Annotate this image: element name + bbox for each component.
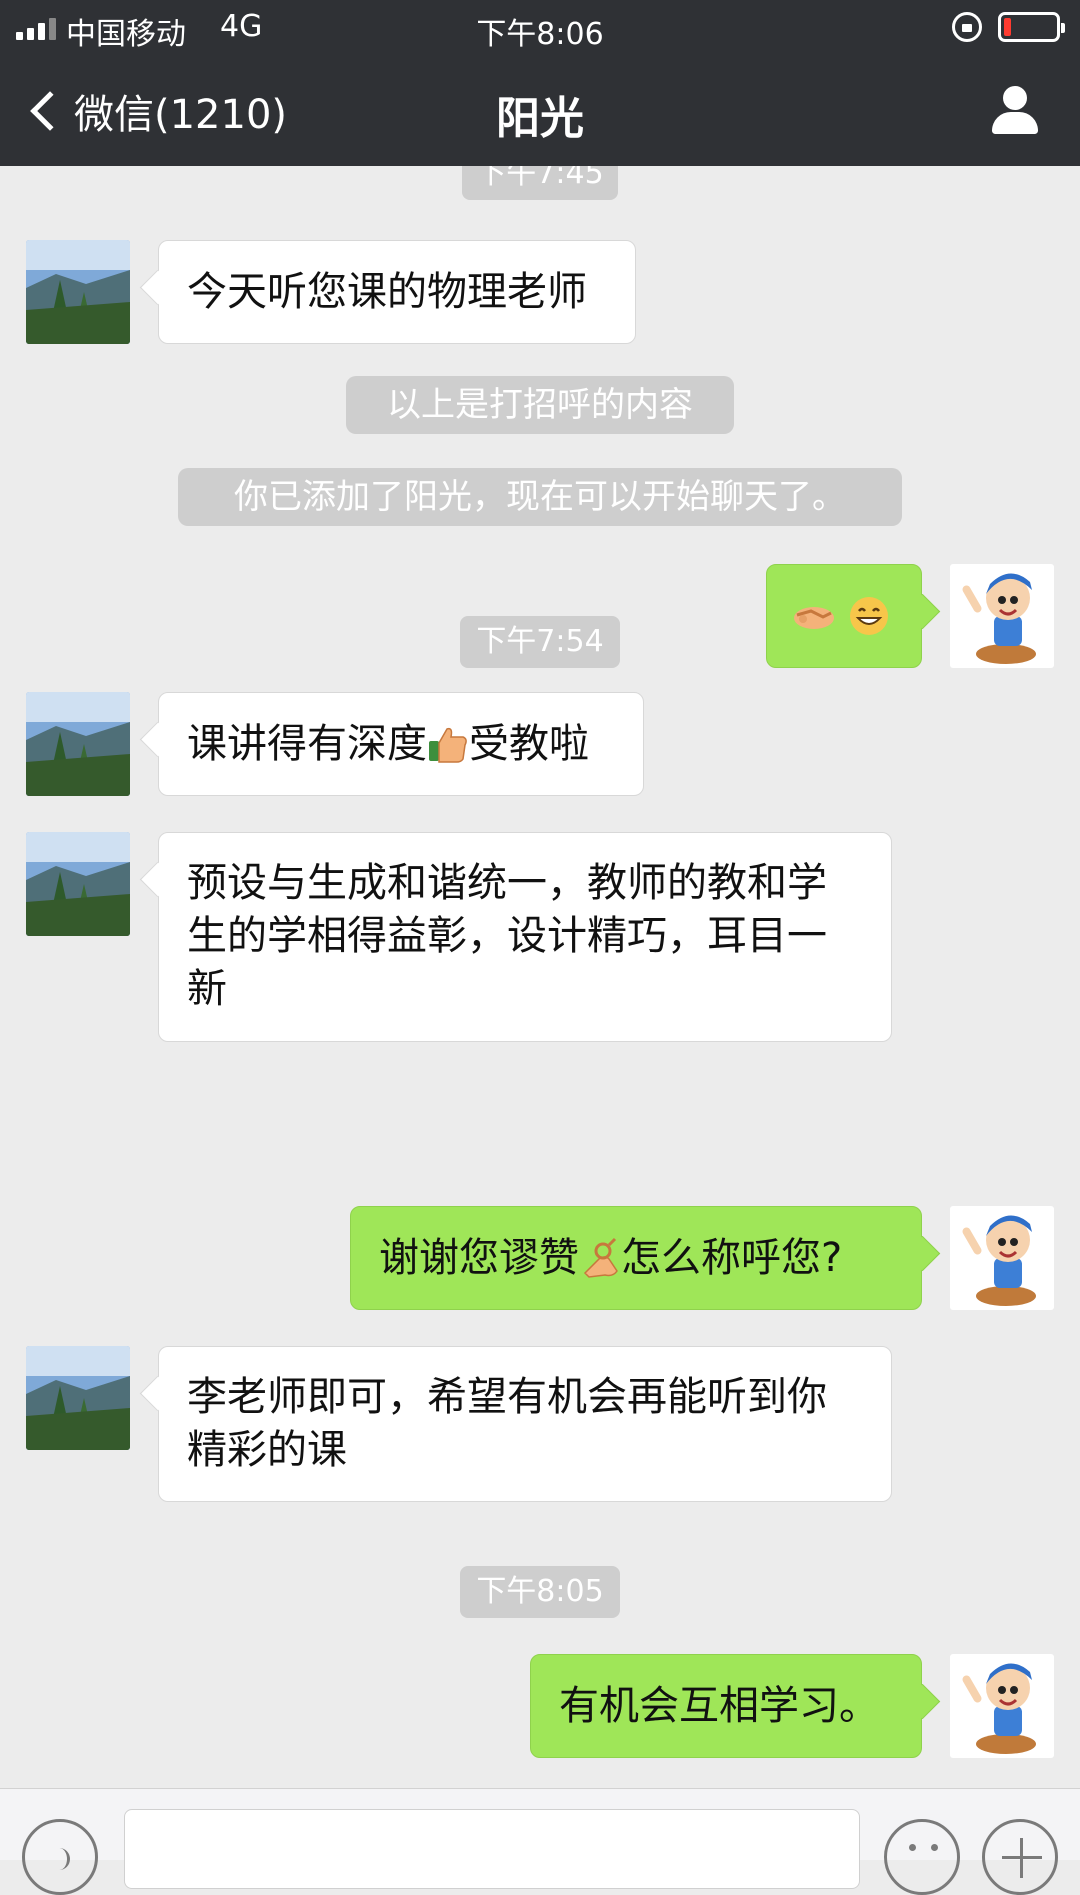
message-bubble-sent[interactable]: 有机会互相学习。 [530,1654,922,1758]
status-time: 下午8:06 [476,17,604,52]
grin-emoji [849,597,888,635]
message-text: 预设与生成和谐统一，教师的教和学 [187,860,827,906]
message-input[interactable] [124,1809,860,1889]
system-notice: 以上是打招呼的内容 [346,376,734,434]
handshake-emoji [794,607,834,629]
input-bar [0,1788,1080,1895]
contact-avatar[interactable] [26,692,130,796]
back-button[interactable]: 微信(1210) [26,78,287,144]
contact-avatar[interactable] [26,1346,130,1450]
message-text: 精彩的课 [187,1427,347,1473]
message-text: 李老师即可，希望有机会再能听到你 [187,1374,827,1420]
user-avatar[interactable] [950,1206,1054,1310]
back-label: 微信(1210) [74,92,288,138]
message-bubble-received[interactable]: 今天听您课的物理老师 [158,240,636,344]
message-text: 受教啦 [469,721,589,767]
user-avatar[interactable] [950,564,1054,668]
timestamp: 下午7:54 [460,616,620,668]
contact-avatar[interactable] [26,240,130,344]
battery-level [1004,18,1011,36]
message-text: 有机会互相学习。 [559,1683,879,1729]
message-text: 课讲得有深度 [187,721,427,767]
chevron-left-icon [30,91,70,131]
thumbs-up-emoji [429,727,467,763]
orientation-lock-icon [952,12,982,42]
person-icon[interactable] [990,86,1040,136]
user-avatar[interactable] [950,1654,1054,1758]
ok-hand-emoji [583,1237,618,1278]
system-notice: 你已添加了阳光，现在可以开始聊天了。 [178,468,902,526]
nav-bar: 微信(1210) 阳光 [0,56,1080,166]
message-bubble-sent[interactable] [766,564,922,668]
timestamp: 下午7:45 [462,166,618,200]
voice-input-icon[interactable] [22,1819,98,1895]
message-text: 谢谢您谬赞 [379,1235,579,1281]
battery-icon [998,12,1065,42]
message-text: 怎么称呼您? [621,1235,843,1281]
chat-area[interactable]: 下午7:45 今天听您课的物理老师 以上是打招呼的内容 你已添加了阳光，现在可以… [0,166,1080,1788]
timestamp: 下午8:05 [460,1566,620,1618]
emoji-picker-icon[interactable] [884,1819,960,1895]
status-bar: 中国移动 4G 下午8:06 [0,0,1080,56]
message-bubble-received[interactable]: 预设与生成和谐统一，教师的教和学 生的学相得益彰，设计精巧，耳目一 新 [158,832,892,1042]
contact-avatar[interactable] [26,832,130,936]
message-text: 新 [187,966,227,1012]
message-text: 今天听您课的物理老师 [187,269,587,315]
plus-icon[interactable] [982,1819,1058,1895]
message-text: 生的学相得益彰，设计精巧，耳目一 [187,913,827,959]
message-bubble-received[interactable]: 李老师即可，希望有机会再能听到你 精彩的课 [158,1346,892,1502]
message-bubble-sent[interactable]: 谢谢您谬赞 怎么称呼您? [350,1206,922,1310]
message-bubble-received[interactable]: 课讲得有深度 受教啦 [158,692,644,796]
